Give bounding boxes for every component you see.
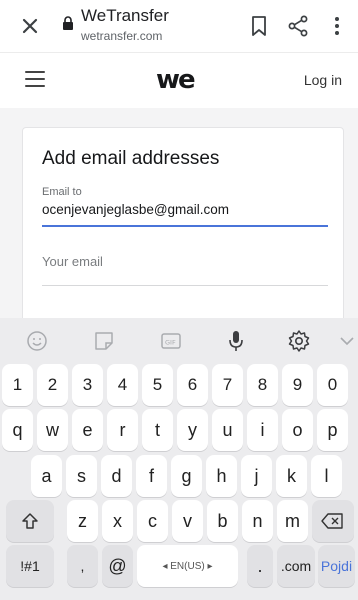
key-4[interactable]: 4 bbox=[107, 364, 138, 406]
key-c[interactable]: c bbox=[137, 500, 168, 542]
key-y[interactable]: y bbox=[177, 409, 208, 451]
key-j[interactable]: j bbox=[241, 455, 272, 497]
key-8[interactable]: 8 bbox=[247, 364, 278, 406]
key-t[interactable]: t bbox=[142, 409, 173, 451]
more-vert-icon[interactable] bbox=[330, 14, 344, 38]
key-d[interactable]: d bbox=[101, 455, 132, 497]
key-m[interactable]: m bbox=[277, 500, 308, 542]
key-h[interactable]: h bbox=[206, 455, 237, 497]
key-7[interactable]: 7 bbox=[212, 364, 243, 406]
space-key[interactable]: ◂ EN(US) ▸ bbox=[137, 545, 238, 587]
key-z[interactable]: z bbox=[67, 500, 98, 542]
key-f[interactable]: f bbox=[136, 455, 167, 497]
key-3[interactable]: 3 bbox=[72, 364, 103, 406]
svg-text:GIF: GIF bbox=[165, 339, 176, 347]
dotcom-key[interactable]: .com bbox=[277, 545, 315, 587]
site-header: we Log in bbox=[0, 52, 358, 108]
key-a[interactable]: a bbox=[31, 455, 62, 497]
gif-icon[interactable]: GIF bbox=[158, 328, 184, 354]
bookmark-icon[interactable] bbox=[248, 14, 270, 38]
shift-key[interactable] bbox=[6, 500, 54, 542]
key-g[interactable]: g bbox=[171, 455, 202, 497]
email-to-underline bbox=[42, 225, 328, 227]
page-url[interactable]: wetransfer.com bbox=[81, 29, 162, 43]
key-x[interactable]: x bbox=[102, 500, 133, 542]
close-icon[interactable] bbox=[18, 14, 42, 38]
browser-toolbar: WeTransfer wetransfer.com bbox=[0, 0, 358, 52]
shift-icon bbox=[22, 513, 38, 529]
key-p[interactable]: p bbox=[317, 409, 348, 451]
key-n[interactable]: n bbox=[242, 500, 273, 542]
key-1[interactable]: 1 bbox=[2, 364, 33, 406]
key-v[interactable]: v bbox=[172, 500, 203, 542]
backspace-key[interactable] bbox=[312, 500, 354, 542]
email-to-label: Email to bbox=[42, 186, 82, 198]
key-w[interactable]: w bbox=[37, 409, 68, 451]
key-0[interactable]: 0 bbox=[317, 364, 348, 406]
chevron-down-icon[interactable] bbox=[334, 328, 358, 354]
wetransfer-logo[interactable]: we bbox=[156, 67, 206, 91]
key-k[interactable]: k bbox=[276, 455, 307, 497]
share-icon[interactable] bbox=[287, 14, 309, 38]
key-s[interactable]: s bbox=[66, 455, 97, 497]
key-b[interactable]: b bbox=[207, 500, 238, 542]
key-r[interactable]: r bbox=[107, 409, 138, 451]
at-key[interactable]: @ bbox=[102, 545, 133, 587]
key-5[interactable]: 5 bbox=[142, 364, 173, 406]
key-u[interactable]: u bbox=[212, 409, 243, 451]
key-o[interactable]: o bbox=[282, 409, 313, 451]
key-i[interactable]: i bbox=[247, 409, 278, 451]
svg-text:we: we bbox=[156, 67, 195, 91]
key-e[interactable]: e bbox=[72, 409, 103, 451]
symbols-key[interactable]: !#1 bbox=[6, 545, 54, 587]
go-key[interactable]: Pojdi bbox=[318, 545, 355, 587]
key-6[interactable]: 6 bbox=[177, 364, 208, 406]
transfer-card: Add email addresses Email to ocenjevanje… bbox=[22, 127, 344, 327]
your-email-field[interactable]: Your email bbox=[42, 254, 103, 269]
key-9[interactable]: 9 bbox=[282, 364, 313, 406]
menu-icon[interactable] bbox=[25, 71, 45, 87]
period-key[interactable]: . bbox=[247, 545, 273, 587]
key-2[interactable]: 2 bbox=[37, 364, 68, 406]
card-title: Add email addresses bbox=[42, 148, 220, 169]
settings-icon[interactable] bbox=[286, 328, 312, 354]
lock-icon bbox=[63, 16, 73, 30]
sticker-icon[interactable] bbox=[91, 328, 117, 354]
your-email-underline bbox=[42, 285, 328, 286]
email-to-field[interactable]: ocenjevanjeglasbe@gmail.com bbox=[42, 202, 229, 217]
login-link[interactable]: Log in bbox=[304, 72, 342, 88]
emoji-icon[interactable] bbox=[24, 328, 50, 354]
backspace-icon bbox=[321, 513, 343, 529]
comma-key[interactable]: , bbox=[67, 545, 98, 587]
microphone-icon[interactable] bbox=[223, 328, 249, 354]
key-q[interactable]: q bbox=[2, 409, 33, 451]
keyboard-toolbar: GIF bbox=[0, 318, 358, 364]
page-title[interactable]: WeTransfer bbox=[81, 6, 169, 26]
key-l[interactable]: l bbox=[311, 455, 342, 497]
